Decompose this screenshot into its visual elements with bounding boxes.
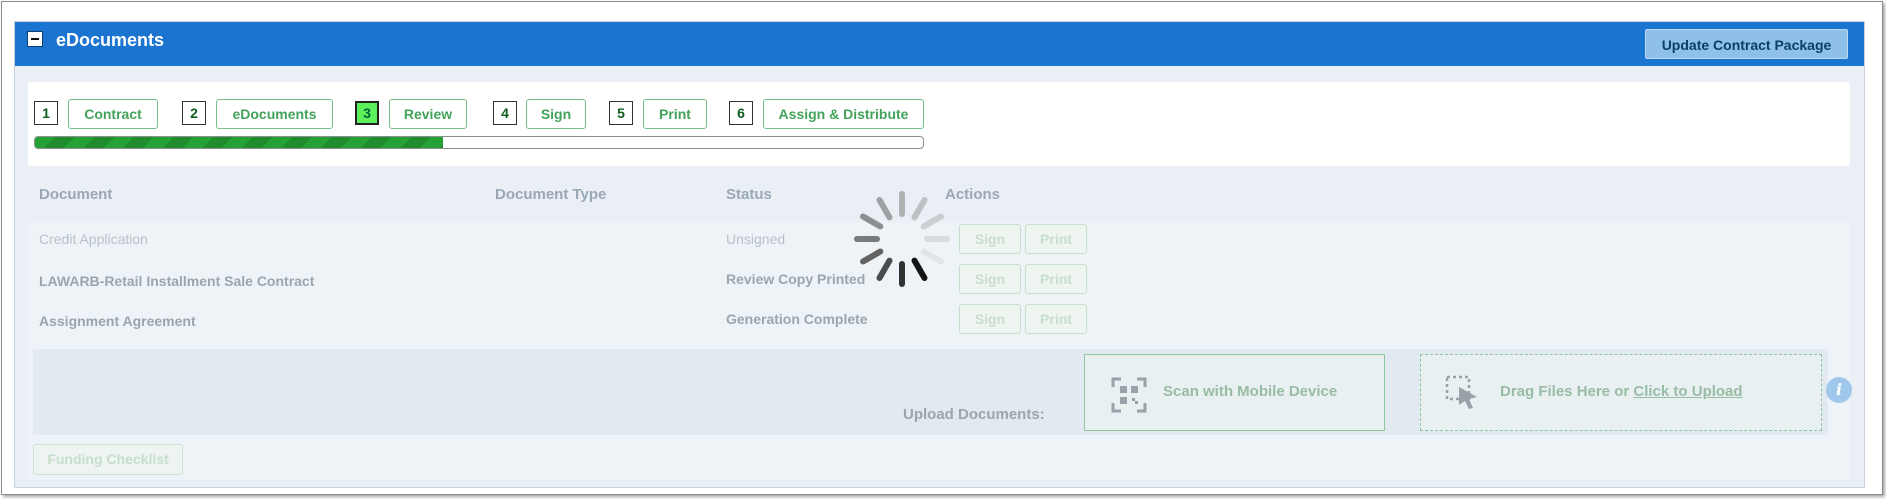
spinner-segment <box>854 236 880 242</box>
step-assign-distribute-button[interactable]: Assign & Distribute <box>763 99 924 129</box>
qr-code-icon <box>1111 377 1147 413</box>
sign-button[interactable]: Sign <box>959 264 1021 294</box>
print-button[interactable]: Print <box>1025 224 1087 254</box>
update-contract-package-button[interactable]: Update Contract Package <box>1645 29 1848 59</box>
panel-header: eDocuments Update Contract Package <box>15 22 1864 66</box>
step-number-3: 3 <box>355 101 379 125</box>
column-header-document: Document <box>39 186 113 203</box>
info-icon[interactable]: i <box>1826 377 1852 403</box>
progress-bar-fill <box>35 137 444 148</box>
upload-documents-label: Upload Documents: <box>903 406 1045 423</box>
panel-title: eDocuments <box>56 30 165 50</box>
spinner-segment <box>899 261 905 287</box>
print-button[interactable]: Print <box>1025 264 1087 294</box>
step-edocuments-button[interactable]: eDocuments <box>216 99 333 129</box>
step-number-1: 1 <box>34 101 58 125</box>
drop-zone-text: Drag Files Here or <box>1500 383 1634 400</box>
collapse-icon[interactable] <box>27 31 43 47</box>
sign-button[interactable]: Sign <box>959 224 1021 254</box>
step-print-button[interactable]: Print <box>643 99 707 129</box>
column-header-status: Status <box>726 186 772 203</box>
sign-button[interactable]: Sign <box>959 304 1021 334</box>
drop-zone-label: Drag Files Here or Click to Upload <box>1500 383 1743 400</box>
step-sign-button[interactable]: Sign <box>526 99 586 129</box>
document-name: Credit Application <box>39 231 148 247</box>
print-button[interactable]: Print <box>1025 304 1087 334</box>
step-number-4: 4 <box>493 101 517 125</box>
step-number-6: 6 <box>729 101 753 125</box>
step-wizard: 1 Contract 2 eDocuments 3 Review 4 Sign … <box>28 82 1850 166</box>
document-name: LAWARB-Retail Installment Sale Contract <box>39 273 315 289</box>
edocuments-panel: eDocuments Update Contract Package 1 Con… <box>14 21 1865 488</box>
file-drop-zone[interactable]: Drag Files Here or Click to Upload <box>1420 354 1822 431</box>
column-header-actions: Actions <box>945 186 1001 203</box>
click-to-upload-link[interactable]: Click to Upload <box>1633 383 1742 400</box>
step-contract-button[interactable]: Contract <box>68 99 158 129</box>
document-status: Generation Complete <box>726 311 868 327</box>
progress-bar <box>34 136 924 149</box>
scan-mobile-label: Scan with Mobile Device <box>1163 383 1338 400</box>
step-number-5: 5 <box>609 101 633 125</box>
document-status: Unsigned <box>726 231 786 247</box>
scan-mobile-button[interactable]: Scan with Mobile Device <box>1084 354 1385 431</box>
spinner-segment <box>899 191 905 217</box>
funding-checklist-button[interactable]: Funding Checklist <box>33 444 183 475</box>
document-name: Assignment Agreement <box>39 313 196 329</box>
step-number-2: 2 <box>182 101 206 125</box>
spinner-segment <box>924 236 950 242</box>
column-header-document-type: Document Type <box>495 186 607 203</box>
drag-drop-icon <box>1445 375 1477 409</box>
step-review-button[interactable]: Review <box>389 99 467 129</box>
document-status: Review Copy Printed <box>726 271 866 287</box>
